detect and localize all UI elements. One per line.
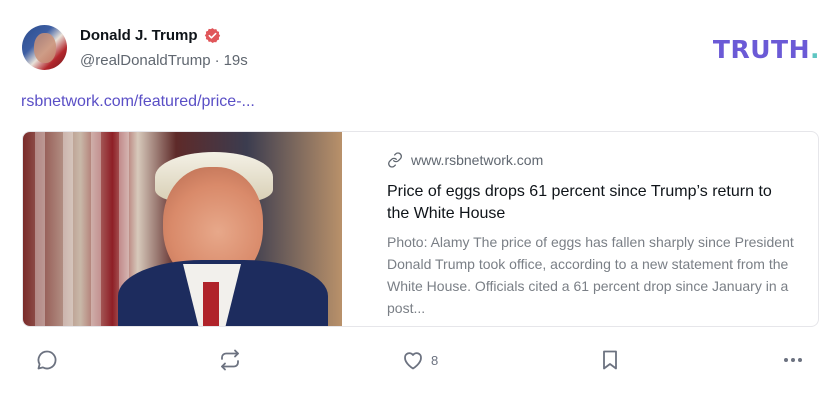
link-preview-card[interactable]: www.rsbnetwork.com Price of eggs drops 6… (22, 131, 819, 327)
repost-icon (221, 349, 239, 371)
heart-icon (404, 352, 422, 370)
author-name[interactable]: Donald J. Trump (80, 27, 198, 44)
post-header: Donald J. Trump @realDonaldTrump · 19s (22, 25, 822, 71)
author-handle[interactable]: @realDonaldTrump (80, 52, 211, 69)
like-count: 8 (431, 352, 439, 368)
more-icon (784, 358, 802, 362)
like-button[interactable]: 8 (401, 348, 438, 372)
more-options-button[interactable] (781, 348, 805, 372)
truth-logo: TRUTH. (713, 35, 820, 64)
bookmark-icon (603, 350, 617, 370)
logo-dot: . (810, 35, 820, 64)
avatar[interactable] (22, 25, 67, 70)
handle-row: @realDonaldTrump · 19s (80, 52, 248, 69)
comment-icon (37, 350, 57, 370)
preview-description: Photo: Alamy The price of eggs has falle… (387, 234, 794, 316)
bookmark-button[interactable] (598, 348, 622, 372)
preview-body: www.rsbnetwork.com Price of eggs drops 6… (365, 132, 818, 326)
author-row: Donald J. Trump (80, 27, 221, 44)
post-link[interactable]: rsbnetwork.com/featured/price-... (21, 93, 255, 111)
link-icon (388, 152, 402, 168)
preview-domain-row: www.rsbnetwork.com (387, 149, 798, 171)
logo-text: TRUTH (712, 35, 810, 64)
verified-badge-icon (204, 28, 220, 43)
post-time[interactable]: 19s (224, 52, 248, 69)
post-actions: 8 (0, 345, 840, 379)
preview-domain: www.rsbnetwork.com (411, 152, 544, 168)
repost-button[interactable] (218, 348, 242, 372)
avatar-face (34, 33, 56, 63)
reply-button[interactable] (35, 348, 59, 372)
preview-title[interactable]: Price of eggs drops 61 percent since Tru… (387, 181, 787, 225)
preview-image (23, 132, 342, 326)
meta-separator: · (214, 52, 220, 69)
